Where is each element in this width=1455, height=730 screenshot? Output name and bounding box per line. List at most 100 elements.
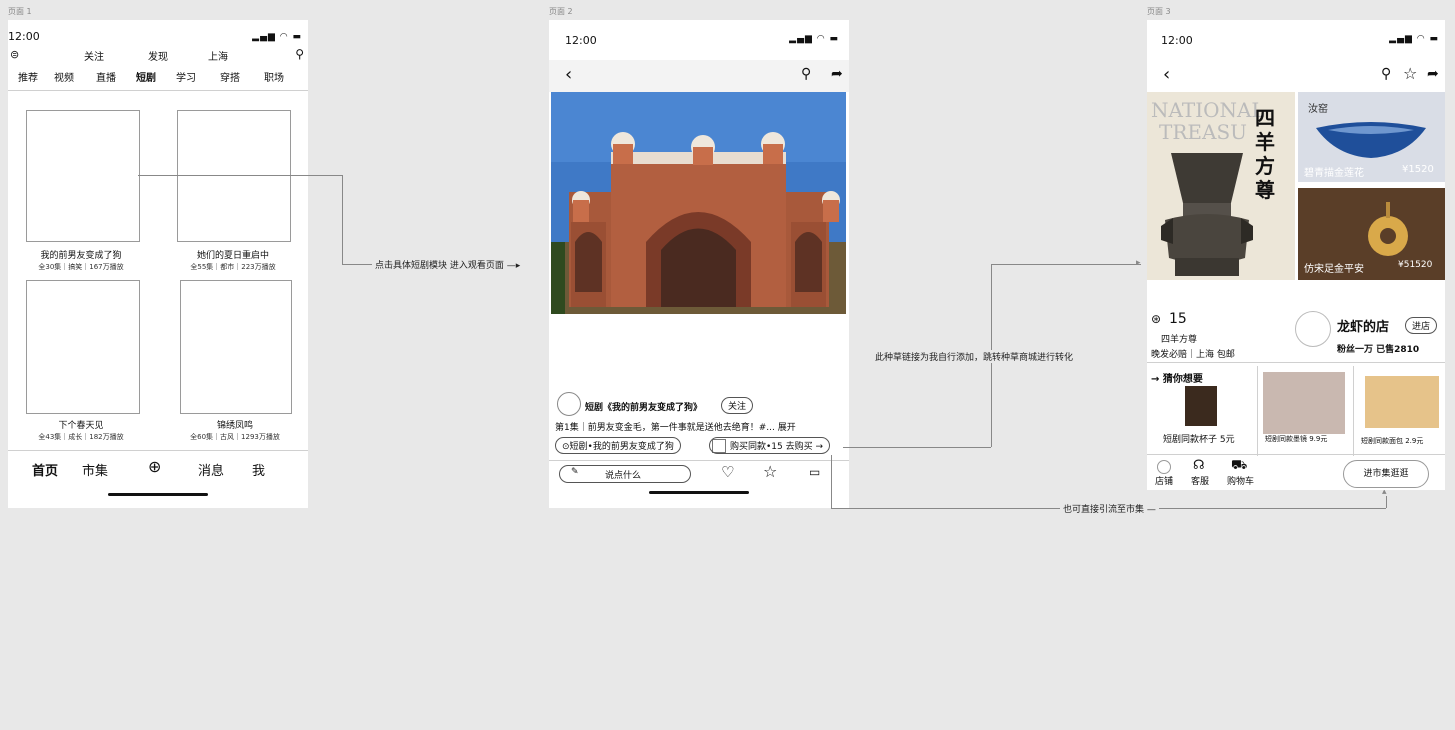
cart-icon[interactable]: ⛟ xyxy=(1231,458,1247,475)
add-icon[interactable]: ⊕ xyxy=(148,457,161,476)
product-tile-1-name: 汝窑 xyxy=(1308,104,1328,115)
tab-recommend[interactable]: 推荐 xyxy=(18,69,38,84)
star-icon[interactable]: ☆ xyxy=(763,462,777,481)
tab-follow[interactable]: 关注 xyxy=(84,48,104,63)
yuan-icon: ⊛ xyxy=(1151,312,1162,326)
poster-chars: 四羊方尊 xyxy=(1255,106,1275,202)
product-poster[interactable]: NATIONAL TREASU 四羊方尊 xyxy=(1147,92,1295,280)
headset-icon[interactable]: ☊ xyxy=(1193,458,1205,473)
screen-watch: 12:00 ▂▄▆ ◠ ▬ ‹ ⚲ ➦ 短剧《我的前男友变成了狗》 关注 第1集… xyxy=(549,20,849,508)
rec-image-1[interactable] xyxy=(1185,386,1217,426)
bronze-vessel-image xyxy=(1161,153,1253,276)
search-icon[interactable]: ⚲ xyxy=(801,66,811,82)
tab-city[interactable]: 上海 xyxy=(208,48,228,63)
comment-placeholder: 说点什么 xyxy=(605,471,642,481)
drama-card-thumb-3[interactable] xyxy=(26,280,140,414)
bottom-service-label[interactable]: 客服 xyxy=(1191,474,1209,487)
product-price: 15 xyxy=(1169,311,1187,327)
product-tile-1[interactable]: 汝窑 碧青描金莲花 ¥1520 xyxy=(1298,92,1445,182)
enter-shop-button[interactable]: 进店 xyxy=(1405,317,1438,334)
status-icons: ▂▄▆ ◠ ▬ xyxy=(1389,34,1439,44)
tab-career[interactable]: 职场 xyxy=(264,69,284,84)
screen-shop: 12:00 ▂▄▆ ◠ ▬ ‹ ⚲ ☆ ➦ NATIONAL TREASU 四羊… xyxy=(1147,20,1445,490)
tab-short-drama[interactable]: 短剧 xyxy=(136,69,156,84)
nav-market[interactable]: 市集 xyxy=(82,460,108,479)
connector-line xyxy=(138,175,342,176)
rec-image-2[interactable] xyxy=(1263,372,1345,434)
avatar[interactable] xyxy=(557,392,581,416)
home-indicator xyxy=(649,491,749,494)
search-icon[interactable]: ⚲ xyxy=(1381,66,1391,82)
connector-line xyxy=(831,455,832,508)
follow-button[interactable]: 关注 xyxy=(721,397,754,414)
arrow-head-icon: ▸ xyxy=(1136,258,1141,268)
product-tile-2[interactable]: 仿宋足金平安 ¥51520 xyxy=(1298,188,1445,280)
status-icons: ▂▄▆ ◠ ▬ xyxy=(252,32,302,42)
nav-messages[interactable]: 消息 xyxy=(198,460,224,479)
nav-me[interactable]: 我 xyxy=(252,460,265,479)
bottom-shop-label[interactable]: 店铺 xyxy=(1155,474,1173,487)
status-icons: ▂▄▆ ◠ ▬ xyxy=(789,34,839,44)
tab-video[interactable]: 视频 xyxy=(54,69,74,84)
tab-divider xyxy=(8,90,308,91)
rec-divider xyxy=(1257,366,1258,456)
share-icon[interactable]: ➦ xyxy=(1427,66,1439,82)
search-icon[interactable]: ⚲ xyxy=(295,47,304,61)
section-divider xyxy=(1147,362,1445,363)
shop-name: 龙虾的店 xyxy=(1337,320,1390,335)
back-icon[interactable]: ‹ xyxy=(565,64,572,85)
home-indicator xyxy=(108,493,208,496)
tab-live[interactable]: 直播 xyxy=(96,69,116,84)
poster-title-2: TREASU xyxy=(1159,120,1247,144)
nav-home[interactable]: 首页 xyxy=(32,460,58,479)
product-tile-1-caption: 碧青描金莲花 xyxy=(1304,168,1364,179)
guess-title: → 猜你想要 xyxy=(1151,374,1203,385)
drama-card-thumb-1[interactable] xyxy=(26,110,140,242)
star-icon[interactable]: ☆ xyxy=(1403,64,1417,83)
menu-icon[interactable]: ⊜ xyxy=(10,48,19,61)
annotation-link-note: 此种草链接为我自行添加，跳转种草商城进行转化 xyxy=(872,350,1077,363)
tab-study[interactable]: 学习 xyxy=(176,69,196,84)
screen-home: 12:00 ▂▄▆ ◠ ▬ ⊜ 关注 发现 上海 ⚲ 推荐 视频 直播 短剧 学… xyxy=(8,20,308,508)
poster-title-1: NATIONAL xyxy=(1151,98,1265,122)
connector-line xyxy=(1386,496,1387,508)
buy-same-button[interactable]: 购买同款•15 去购买 → xyxy=(709,437,831,454)
drama-card-thumb-2[interactable] xyxy=(177,110,291,242)
video-cover-image[interactable] xyxy=(551,92,846,314)
heart-icon[interactable]: ♡ xyxy=(721,463,734,481)
connector-line xyxy=(342,175,343,264)
page-label-2: 页面 2 xyxy=(549,7,573,16)
back-icon[interactable]: ‹ xyxy=(1163,64,1170,85)
comment-icon[interactable]: ▭ xyxy=(809,465,820,479)
connector-line xyxy=(843,447,991,448)
shop-stats: 粉丝一万 已售2810 xyxy=(1337,345,1420,355)
drama-pill[interactable]: ⊙短剧•我的前男友变成了狗 xyxy=(555,437,681,454)
bottom-cart-label[interactable]: 购物车 xyxy=(1227,474,1254,487)
bottom-divider xyxy=(1147,454,1445,455)
status-time: 12:00 xyxy=(565,34,597,47)
rec-label-3: 短剧同款面包 2.9元 xyxy=(1361,437,1424,445)
bowl-image xyxy=(1316,122,1426,158)
status-time: 12:00 xyxy=(1161,34,1193,47)
share-icon[interactable]: ➦ xyxy=(831,66,843,82)
tab-discover[interactable]: 发现 xyxy=(148,48,168,63)
nav-divider xyxy=(8,450,308,451)
page-label-3: 页面 3 xyxy=(1147,7,1171,16)
annotation-market-note: 也可直接引流至市集 — xyxy=(1060,502,1159,515)
tab-outfit[interactable]: 穿搭 xyxy=(220,69,240,84)
product-name: 四羊方尊 xyxy=(1161,335,1198,345)
product-tile-2-caption: 仿宋足金平安 xyxy=(1304,264,1364,275)
shop-avatar[interactable] xyxy=(1295,311,1331,347)
drama-card-meta-3: 全43集｜成长｜182万播放 xyxy=(38,433,124,441)
go-market-button[interactable]: 进市集逛逛 xyxy=(1343,460,1429,488)
connector-line xyxy=(342,264,372,265)
drama-card-meta-1: 全30集｜搞笑｜167万播放 xyxy=(38,263,124,271)
shop-icon[interactable] xyxy=(1157,460,1171,474)
gold-pendant-image xyxy=(1368,202,1408,256)
drama-card-thumb-4[interactable] xyxy=(180,280,292,414)
episode-description[interactable]: 第1集｜前男友变金毛，第一件事就是送他去绝育！#... 展开 xyxy=(555,420,796,433)
drama-title: 短剧《我的前男友变成了狗》 xyxy=(585,403,703,413)
drama-card-title-1: 我的前男友变成了狗 xyxy=(40,251,122,261)
rec-image-3[interactable] xyxy=(1365,376,1439,428)
drama-card-title-3: 下个春天见 xyxy=(58,421,104,431)
